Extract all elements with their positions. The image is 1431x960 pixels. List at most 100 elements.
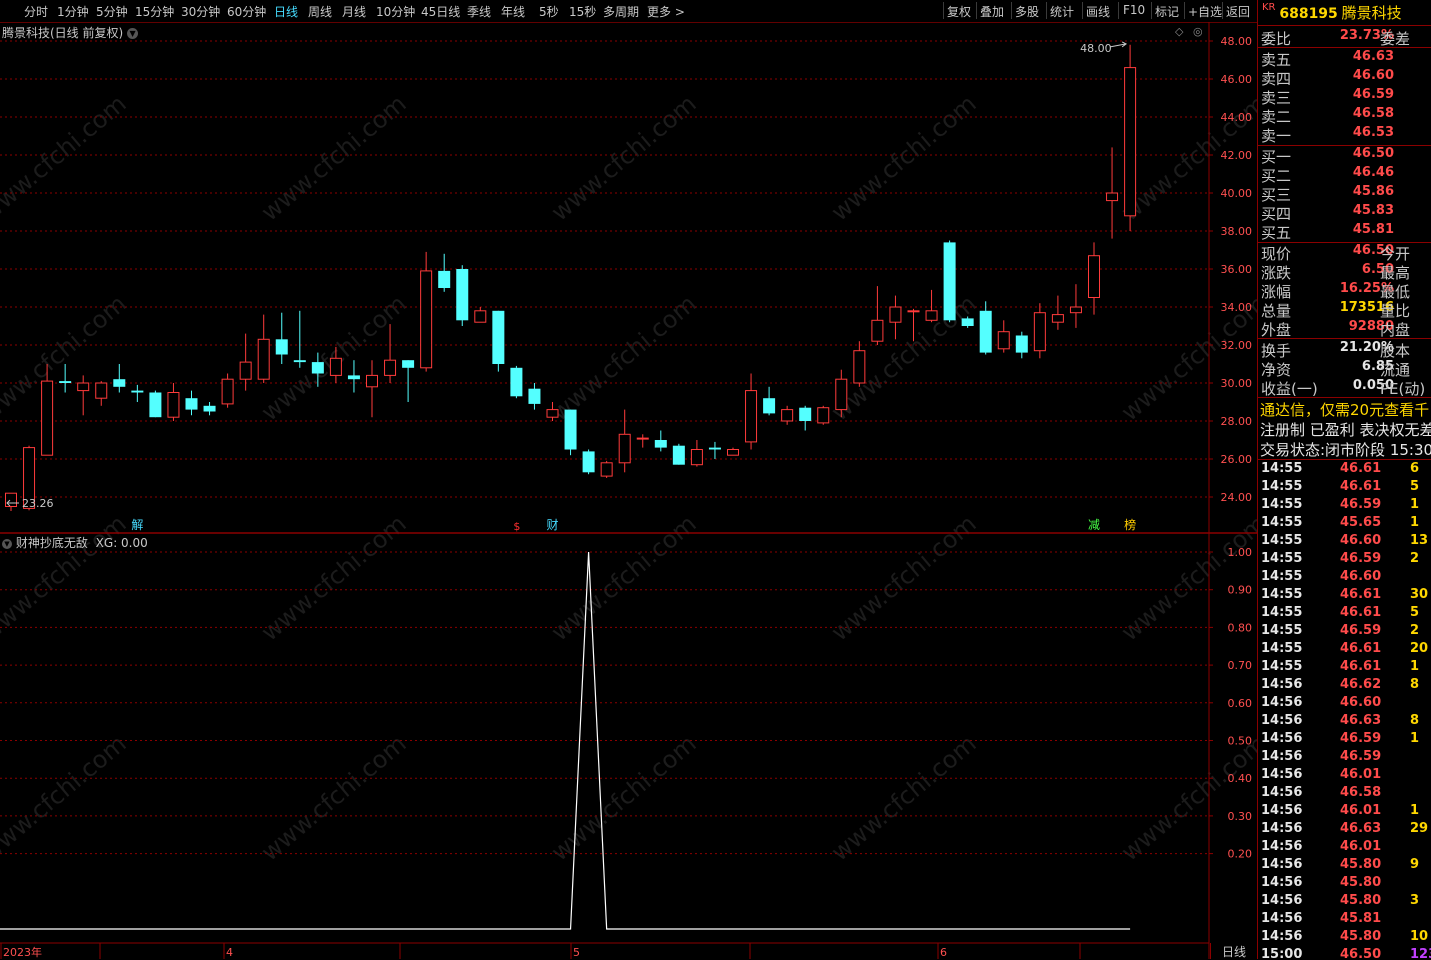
- event-marker[interactable]: 减: [1088, 518, 1100, 532]
- candle-up[interactable]: [384, 359, 397, 376]
- candle-up[interactable]: [600, 462, 613, 477]
- candle-up[interactable]: [690, 449, 703, 466]
- candle-up[interactable]: [329, 357, 342, 376]
- period-tab[interactable]: 15分钟: [135, 3, 174, 20]
- candle-up[interactable]: [907, 310, 920, 313]
- toolbar-button[interactable]: 复权: [947, 3, 971, 20]
- candle-down[interactable]: [456, 269, 469, 321]
- candle-down[interactable]: [961, 318, 974, 326]
- candle-up[interactable]: [835, 378, 848, 411]
- candle-up[interactable]: [871, 319, 884, 342]
- period-tab[interactable]: 周线: [308, 3, 332, 20]
- candle-down[interactable]: [763, 398, 776, 414]
- period-tab[interactable]: 15秒: [569, 3, 596, 20]
- period-tab[interactable]: 10分钟: [376, 3, 415, 20]
- chevron-down-icon[interactable]: ▼: [2, 538, 12, 549]
- toolbar-button[interactable]: 返回: [1226, 3, 1250, 20]
- candle-down[interactable]: [672, 445, 685, 465]
- candle-down[interactable]: [347, 375, 360, 380]
- toolbar-button[interactable]: F10: [1123, 3, 1145, 17]
- period-tab[interactable]: 季线: [467, 3, 491, 20]
- candle-down[interactable]: [293, 360, 306, 363]
- candle-up[interactable]: [77, 382, 90, 392]
- candle-down[interactable]: [979, 310, 992, 353]
- candle-up[interactable]: [1051, 314, 1064, 323]
- candle-up[interactable]: [889, 306, 902, 323]
- toolbar-button[interactable]: +自选: [1188, 3, 1222, 20]
- period-tab[interactable]: 1分钟: [57, 3, 89, 20]
- candle-up[interactable]: [366, 374, 378, 388]
- candle-down[interactable]: [402, 360, 415, 368]
- toolbar-button[interactable]: 多股: [1015, 3, 1039, 20]
- period-tab[interactable]: 分时: [24, 3, 48, 20]
- candle-down[interactable]: [492, 310, 505, 364]
- candle-up[interactable]: [745, 390, 758, 443]
- candle-up[interactable]: [1088, 255, 1100, 298]
- candle-down[interactable]: [582, 451, 595, 473]
- candle-up[interactable]: [1069, 306, 1082, 314]
- period-tab[interactable]: 月线: [342, 3, 366, 20]
- candle-down[interactable]: [113, 379, 126, 387]
- period-tab[interactable]: 日线: [274, 3, 298, 20]
- event-marker[interactable]: 榜: [1124, 517, 1136, 532]
- indicator-name[interactable]: 财神抄底无敌: [16, 536, 88, 550]
- event-marker[interactable]: 财: [547, 518, 559, 532]
- candle-down[interactable]: [799, 407, 812, 421]
- candle-down[interactable]: [131, 390, 144, 393]
- period-label[interactable]: 日线: [1210, 943, 1257, 959]
- candle-down[interactable]: [654, 440, 667, 448]
- candle-up[interactable]: [239, 361, 252, 380]
- candle-up[interactable]: [41, 380, 54, 456]
- candle-up[interactable]: [546, 409, 559, 418]
- candle-down[interactable]: [528, 388, 541, 404]
- kline-chart[interactable]: www.cfchi.com www.cfchi.com www.cfchi.com w…: [0, 22, 1257, 959]
- candle-up[interactable]: [727, 449, 739, 456]
- candle-up[interactable]: [95, 382, 108, 399]
- diamond-icon[interactable]: ◇: [1175, 25, 1183, 38]
- candle-up[interactable]: [221, 378, 234, 405]
- candle-up[interactable]: [853, 350, 866, 384]
- candle-up[interactable]: [618, 433, 631, 464]
- dividend-marker-icon[interactable]: $: [513, 520, 520, 533]
- candle-up[interactable]: [1106, 192, 1119, 202]
- candle-down[interactable]: [59, 381, 72, 383]
- candle-down[interactable]: [275, 339, 288, 355]
- period-tab[interactable]: 30分钟: [181, 3, 220, 20]
- period-tab[interactable]: 年线: [501, 3, 525, 20]
- candle-down[interactable]: [943, 242, 956, 321]
- candle-down[interactable]: [149, 392, 162, 418]
- candle-down[interactable]: [510, 367, 523, 397]
- candle-up[interactable]: [167, 392, 180, 418]
- chevron-down-icon[interactable]: ▼: [127, 28, 139, 39]
- candle-down[interactable]: [185, 398, 198, 410]
- candle-up[interactable]: [925, 310, 938, 321]
- candle-down[interactable]: [564, 409, 577, 450]
- candle-down[interactable]: [311, 362, 324, 374]
- toolbar-button[interactable]: 标记: [1155, 3, 1179, 20]
- toolbar-button[interactable]: 画线: [1086, 3, 1110, 20]
- toolbar-button[interactable]: 统计: [1050, 3, 1074, 20]
- candle-up[interactable]: [781, 409, 794, 422]
- candle-up[interactable]: [1033, 312, 1046, 352]
- period-tab[interactable]: 60分钟: [227, 3, 266, 20]
- candle-up[interactable]: [997, 331, 1010, 350]
- candle-down[interactable]: [1015, 335, 1028, 353]
- candle-up[interactable]: [474, 310, 487, 323]
- candle-down[interactable]: [708, 447, 721, 450]
- candle-down[interactable]: [438, 270, 451, 288]
- candle-up[interactable]: [1124, 67, 1137, 217]
- toolbar-button[interactable]: 叠加: [980, 3, 1004, 20]
- candle-up[interactable]: [5, 492, 17, 508]
- period-tab[interactable]: 5分钟: [96, 3, 128, 20]
- candle-up[interactable]: [257, 338, 270, 380]
- period-tab[interactable]: 5秒: [539, 3, 559, 20]
- period-tab[interactable]: 多周期: [603, 3, 639, 20]
- event-marker[interactable]: 解: [131, 518, 143, 532]
- candle-up[interactable]: [636, 437, 649, 440]
- period-tab[interactable]: 45日线: [421, 3, 460, 20]
- candle-up[interactable]: [420, 270, 433, 369]
- promo-banner[interactable]: 通达信，仅需20元查看千: [1260, 399, 1429, 419]
- period-tab[interactable]: 更多 >: [647, 3, 685, 20]
- candle-up[interactable]: [817, 407, 830, 424]
- candle-down[interactable]: [203, 405, 216, 412]
